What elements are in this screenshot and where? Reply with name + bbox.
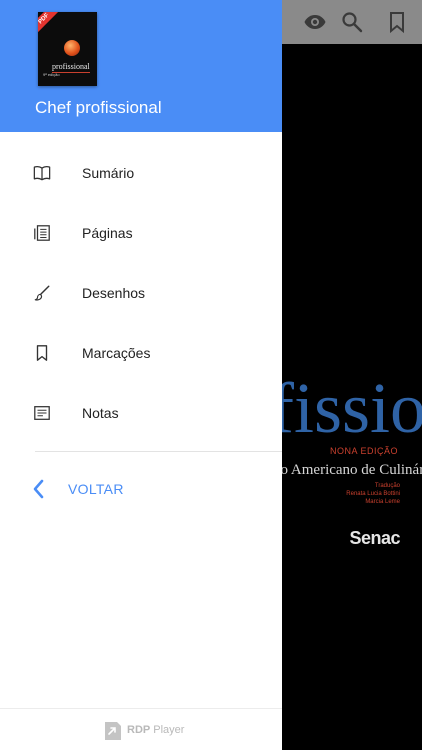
menu-item-sumario[interactable]: Sumário: [0, 143, 282, 203]
brand-name-suffix: Player: [153, 724, 185, 736]
drawer-header: PDF profissional 9ª edição Chef profissi…: [0, 0, 282, 132]
menu-item-label: Páginas: [82, 225, 133, 241]
menu-item-paginas[interactable]: Páginas: [0, 203, 282, 263]
footer-divider: [0, 708, 282, 709]
rdp-player-logo-icon: [105, 722, 121, 740]
menu-item-label: Desenhos: [82, 285, 146, 301]
menu-item-label: Notas: [82, 405, 119, 421]
book-cover[interactable]: PDF profissional 9ª edição: [38, 12, 97, 86]
bookmark-icon: [36, 345, 48, 361]
menu-divider: [35, 451, 282, 452]
menu-item-label: Marcações: [82, 345, 151, 361]
bookmark-icon[interactable]: [385, 10, 409, 34]
page-credits: Tradução Renata Lucia Bottini Marcia Lem…: [346, 483, 400, 505]
brand-footer: RDP Player: [104, 718, 184, 742]
menu-item-notas[interactable]: Notas: [0, 383, 282, 443]
pdf-badge: PDF: [38, 12, 59, 34]
back-button-label: VOLTAR: [68, 481, 124, 497]
back-button[interactable]: VOLTAR: [30, 474, 230, 504]
menu-item-marcacoes[interactable]: Marcações: [0, 323, 282, 383]
cover-title: profissional: [52, 62, 90, 71]
cover-edition: 9ª edição: [43, 72, 60, 77]
pages-icon: [34, 225, 50, 241]
page-edition: NONA EDIÇÃO: [329, 446, 398, 456]
menu-item-label: Sumário: [82, 165, 135, 181]
menu-item-desenhos[interactable]: Desenhos: [0, 263, 282, 323]
book-title: Chef profissional: [35, 98, 162, 117]
drawer-menu: Sumário Páginas Desenhos Marcações Notas: [0, 143, 282, 443]
cover-apple-image: [64, 40, 80, 56]
book-open-icon: [33, 165, 51, 181]
chevron-left-icon: [33, 479, 44, 499]
brand-name: RDP: [127, 724, 151, 736]
notes-icon: [34, 406, 50, 420]
search-icon[interactable]: [340, 10, 364, 34]
navigation-drawer: PDF profissional 9ª edição Chef profissi…: [0, 0, 282, 750]
eye-icon[interactable]: [303, 10, 327, 34]
publisher-logo: Senac: [349, 528, 400, 548]
page-title-fragment: profissional: [282, 372, 422, 444]
brush-icon: [34, 285, 50, 301]
page-subtitle: Instituto Americano de Culinária: [282, 462, 422, 478]
